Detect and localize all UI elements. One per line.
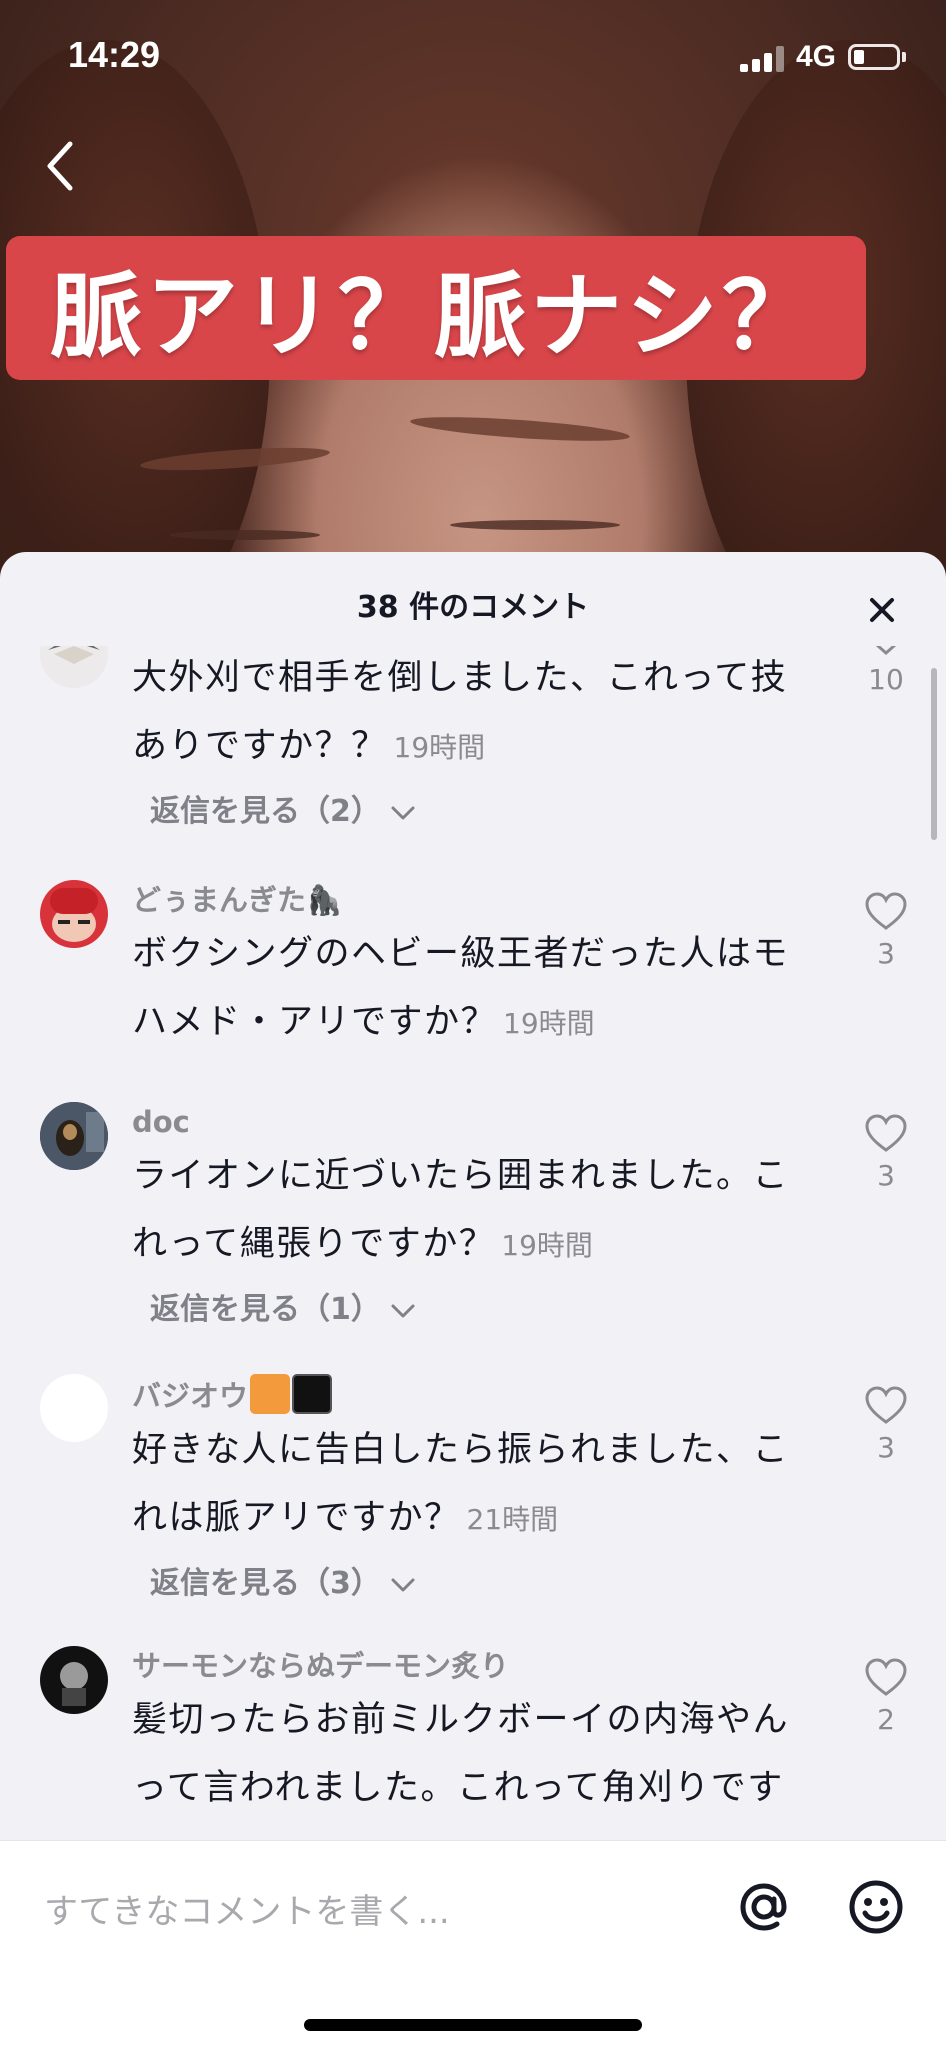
- comment-username[interactable]: doc: [132, 1102, 822, 1142]
- view-replies-button[interactable]: 返信を見る（2）: [150, 790, 822, 834]
- comment-time: 19時間: [503, 1007, 595, 1040]
- avatar[interactable]: [40, 646, 108, 688]
- heart-icon: [865, 1386, 907, 1424]
- like-button[interactable]: 10: [856, 646, 916, 698]
- eye-left: [170, 530, 320, 540]
- comment-count-title: 38 件のコメント: [356, 590, 590, 625]
- comment-input[interactable]: [44, 1887, 684, 1937]
- emoji-button[interactable]: [846, 1877, 906, 1937]
- like-count: 2: [877, 1703, 895, 1736]
- comment-text: 好きな人に告白したら振られました、これは脈アリですか？ 21時間: [132, 1430, 790, 1538]
- close-button[interactable]: [860, 588, 904, 632]
- like-button[interactable]: 3: [856, 1114, 916, 1194]
- comment-username[interactable]: サーモンならぬデーモン炙り: [132, 1646, 822, 1686]
- avatar[interactable]: [40, 880, 108, 948]
- chevron-down-icon: [391, 1578, 415, 1591]
- avatar[interactable]: [40, 1646, 108, 1714]
- signal-icon: [740, 44, 786, 72]
- heart-icon: [865, 1658, 907, 1696]
- battery-cap: [902, 52, 906, 62]
- eye-right: [450, 520, 620, 530]
- avatar[interactable]: [40, 1102, 108, 1170]
- view-replies-button[interactable]: 返信を見る（3）: [150, 1562, 822, 1606]
- chevron-left-icon: [47, 141, 73, 191]
- like-button[interactable]: 3: [856, 1386, 916, 1466]
- like-button[interactable]: 3: [856, 892, 916, 972]
- comment-text: 髪切ったらお前ミルクボーイの内海やんって言われました。これって角刈りです: [132, 1700, 790, 1808]
- comment-text: ボクシングのヘビー級王者だった人はモハメド・アリですか？ 19時間: [132, 934, 790, 1042]
- comment-text: 大外刈で相手を倒しました、これって技ありですか？？ 19時間: [132, 658, 788, 766]
- comment-list[interactable]: 大外刈で相手を倒しました、これって技ありですか？？ 19時間 返信を見る（2） 1…: [0, 646, 946, 1832]
- video-title-banner: 脈アリ？脈ナシ？: [6, 236, 866, 380]
- chevron-down-icon: [391, 1304, 415, 1317]
- like-count: 10: [868, 663, 904, 696]
- battery-icon: [848, 44, 900, 70]
- status-bar: 14:29 4G: [0, 0, 946, 120]
- comment-username[interactable]: バジオウ: [132, 1374, 822, 1416]
- comment-username[interactable]: どぅまんぎた🦍: [132, 880, 822, 920]
- avatar[interactable]: [40, 1374, 108, 1442]
- back-button[interactable]: [40, 136, 84, 196]
- status-time: 14:29: [68, 34, 161, 75]
- screen: 14:29 4G 脈アリ？脈ナシ？ 38 件のコメント 大外刈で相手を倒しました…: [0, 0, 946, 2048]
- comment-time: 19時間: [393, 731, 486, 764]
- smiley-icon: [849, 1880, 903, 1934]
- sheet-header: 38 件のコメント: [0, 552, 946, 646]
- chevron-down-icon: [391, 806, 415, 819]
- like-count: 3: [877, 937, 895, 970]
- comment-input-bar: [0, 1840, 946, 2048]
- heart-icon: [865, 1114, 907, 1152]
- at-sign-icon: [740, 1883, 787, 1931]
- chevron-down-icon: [875, 646, 897, 656]
- like-button[interactable]: 2: [856, 1658, 916, 1738]
- comment-time: 21時間: [466, 1503, 559, 1536]
- mention-button[interactable]: [734, 1877, 794, 1937]
- orange-square-emoji: [250, 1374, 291, 1414]
- heart-icon: [865, 892, 907, 930]
- comment-time: 19時間: [501, 1229, 593, 1262]
- eyebrow-right: [409, 412, 631, 446]
- home-indicator[interactable]: [304, 2019, 642, 2031]
- comments-sheet: 38 件のコメント 大外刈で相手を倒しました、これって技ありですか？？ 19時間…: [0, 552, 946, 2048]
- network-type: 4G: [796, 40, 837, 73]
- view-replies-button[interactable]: 返信を見る（1）: [150, 1288, 822, 1332]
- like-count: 3: [877, 1159, 895, 1192]
- comment-text: ライオンに近づいたら囲まれました。これって縄張りですか？ 19時間: [132, 1156, 790, 1264]
- black-square-emoji: [292, 1374, 333, 1414]
- like-count: 3: [877, 1431, 895, 1464]
- close-icon: [870, 598, 894, 622]
